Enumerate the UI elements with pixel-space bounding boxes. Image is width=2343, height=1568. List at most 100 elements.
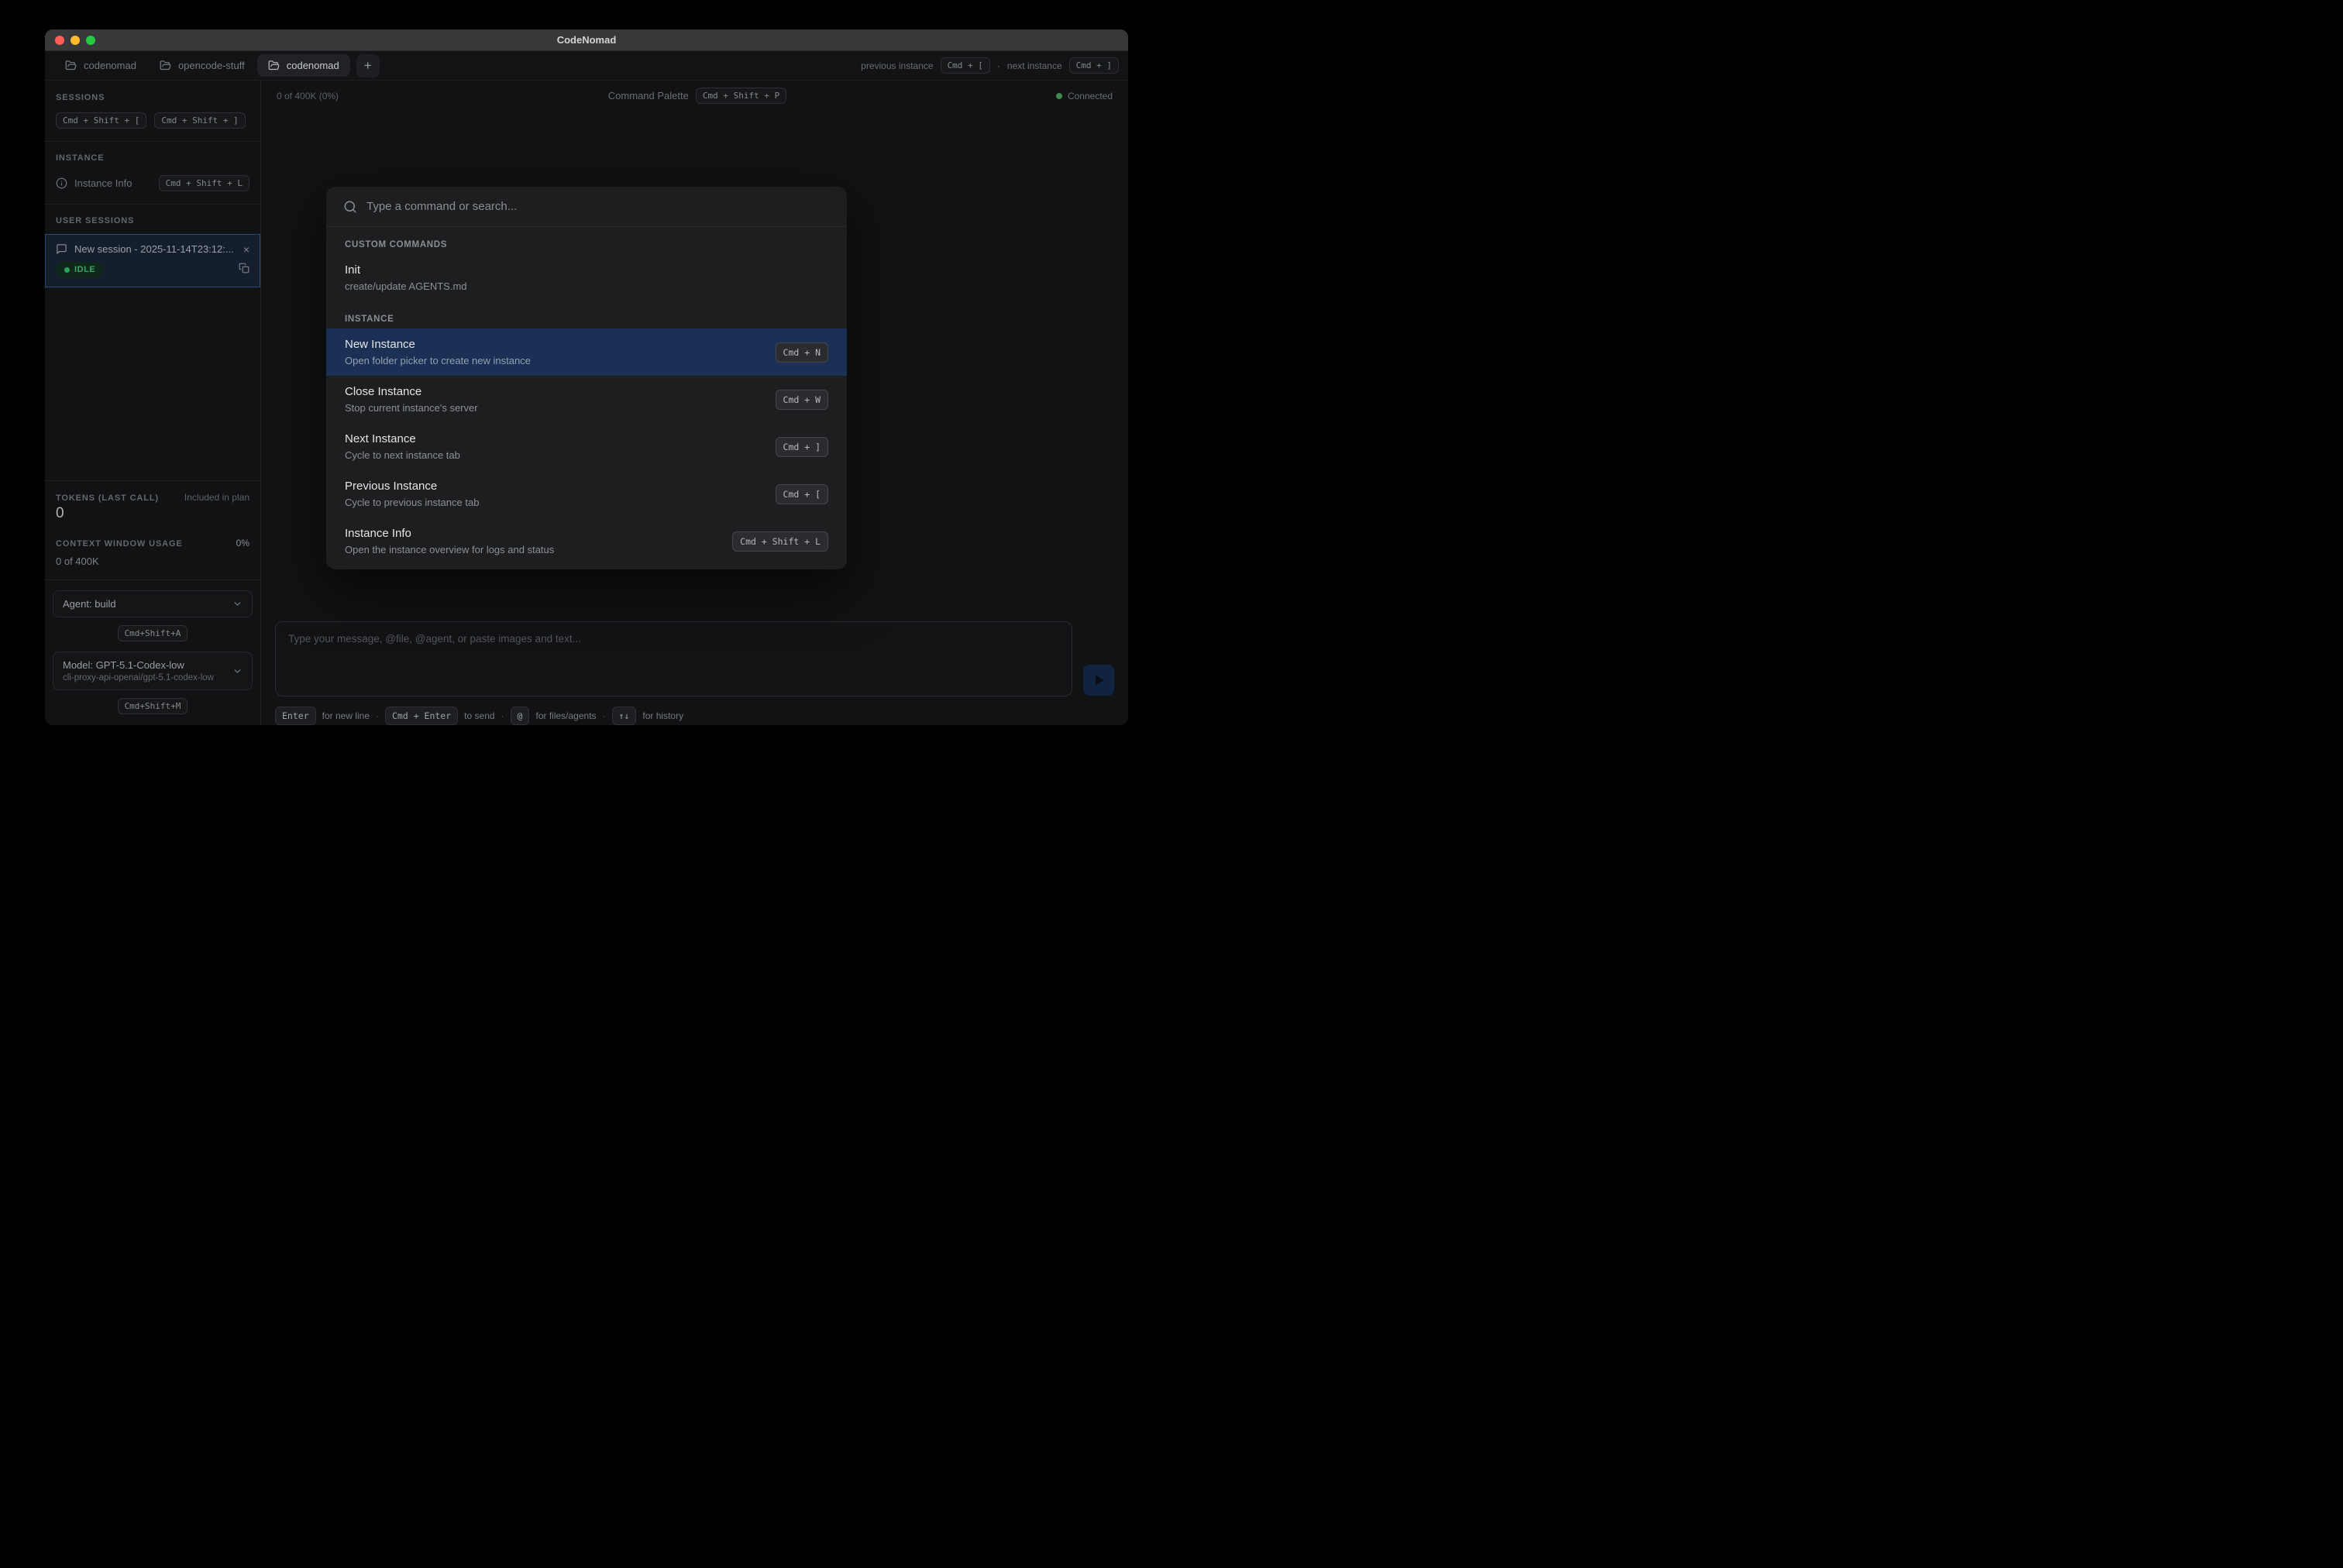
hint-separator: · (501, 710, 504, 721)
enter-kbd: Enter (275, 707, 316, 725)
palette-item-title: Close Instance (345, 385, 763, 398)
folder-icon (268, 60, 280, 71)
tab-label: codenomad (287, 60, 339, 71)
tokens-header: TOKENS (LAST CALL) (56, 493, 159, 503)
instance-tab-codenomad-1[interactable]: codenomad (54, 54, 147, 77)
palette-item-kbd: Cmd + ] (776, 437, 828, 457)
search-icon (343, 200, 357, 214)
session-title: New session - 2025-11-14T23:12:... (74, 243, 236, 255)
instance-tab-codenomad-2-active[interactable]: codenomad (257, 54, 350, 77)
next-instance-kbd: Cmd + ] (1069, 57, 1119, 74)
connection-status-label: Connected (1068, 91, 1113, 101)
palette-item-init[interactable]: Init create/update AGENTS.md (326, 254, 847, 301)
palette-item-instance-info[interactable]: Instance Info Open the instance overview… (326, 518, 847, 565)
palette-item-new-instance[interactable]: New Instance Open folder picker to creat… (326, 328, 847, 376)
previous-instance-hint: previous instance (861, 60, 933, 71)
palette-item-next-instance[interactable]: Next Instance Cycle to next instance tab… (326, 423, 847, 470)
instance-header: INSTANCE (45, 153, 260, 163)
model-select[interactable]: Model: GPT-5.1-Codex-low cli-proxy-api-o… (53, 652, 253, 690)
command-search-input[interactable] (366, 200, 830, 213)
hint-text: for files/agents (535, 710, 596, 721)
sidebar-divider (45, 579, 260, 580)
model-select-kbd: Cmd+Shift+M (118, 698, 188, 714)
agent-select-kbd: Cmd+Shift+A (118, 625, 188, 641)
hint-text: for history (642, 710, 683, 721)
sidebar: SESSIONS Cmd + Shift + [ Cmd + Shift + ]… (45, 81, 261, 725)
palette-item-previous-instance[interactable]: Previous Instance Cycle to previous inst… (326, 470, 847, 518)
tab-shortcut-hints: previous instance Cmd + [ · next instanc… (861, 57, 1119, 74)
palette-item-kbd: Cmd + W (776, 390, 828, 410)
folder-icon (65, 60, 77, 71)
sessions-shortcuts: Cmd + Shift + [ Cmd + Shift + ] (45, 112, 260, 129)
composer (261, 621, 1128, 696)
hint-text: to send (464, 710, 494, 721)
chevron-down-icon (232, 599, 243, 609)
tab-label: codenomad (84, 60, 136, 71)
send-button[interactable] (1083, 665, 1114, 696)
hint-text: for new line (322, 710, 370, 721)
tokens-note: Included in plan (184, 492, 249, 503)
hint-separator: · (997, 60, 1000, 71)
palette-item-subtitle: Open folder picker to create new instanc… (345, 355, 763, 366)
palette-item-subtitle: Stop current instance's server (345, 402, 763, 414)
hint-separator: · (603, 710, 606, 721)
info-icon (56, 177, 67, 189)
palette-item-close-instance[interactable]: Close Instance Stop current instance's s… (326, 376, 847, 423)
hint-separator: · (376, 710, 379, 721)
app-window: CodeNomad codenomad opencode-stuff coden… (45, 29, 1128, 725)
sessions-header: SESSIONS (45, 93, 260, 102)
connected-dot-icon (1056, 93, 1062, 99)
copy-session-button[interactable] (239, 263, 249, 277)
traffic-lights (55, 29, 95, 50)
palette-item-subtitle: create/update AGENTS.md (345, 280, 828, 292)
connection-status: Connected (1056, 91, 1113, 101)
palette-item-title: Instance Info (345, 527, 720, 540)
command-palette-hint: Command Palette Cmd + Shift + P (608, 88, 786, 104)
minimize-window-button[interactable] (71, 36, 80, 45)
user-sessions-header: USER SESSIONS (45, 216, 260, 225)
agent-select[interactable]: Agent: build (53, 590, 253, 617)
instance-tab-bar: codenomad opencode-stuff codenomad + pre… (45, 51, 1128, 81)
session-status-badge: IDLE (56, 262, 104, 277)
model-select-detail: cli-proxy-api-openai/gpt-5.1-codex-low (63, 673, 226, 683)
sidebar-divider (45, 141, 260, 142)
palette-item-kbd: Cmd + Shift + L (732, 531, 828, 552)
tokens-value: 0 (56, 505, 249, 522)
message-input[interactable] (275, 621, 1072, 696)
palette-item-title: Previous Instance (345, 480, 763, 493)
new-instance-tab-button[interactable]: + (356, 54, 380, 77)
session-status-label: IDLE (74, 265, 95, 274)
palette-item-subtitle: Cycle to next instance tab (345, 449, 763, 461)
at-kbd: @ (511, 707, 530, 725)
sessions-prev-kbd: Cmd + Shift + [ (56, 112, 146, 129)
chevron-down-icon (232, 666, 243, 676)
command-palette-search (326, 187, 847, 227)
sessions-next-kbd: Cmd + Shift + ] (154, 112, 245, 129)
palette-item-title: Init (345, 263, 828, 277)
context-usage-percent: 0% (236, 538, 249, 548)
context-usage-detail: 0 of 400K (56, 555, 249, 567)
palette-section-custom-commands: CUSTOM COMMANDS (326, 227, 847, 254)
close-window-button[interactable] (55, 36, 64, 45)
palette-section-instance: INSTANCE (326, 301, 847, 328)
session-item-selected[interactable]: New session - 2025-11-14T23:12:... × IDL… (45, 234, 260, 287)
chat-bubble-icon (56, 243, 67, 255)
palette-item-kbd: Cmd + N (776, 342, 828, 363)
title-bar: CodeNomad (45, 29, 1128, 51)
zoom-window-button[interactable] (86, 36, 95, 45)
tokens-section: TOKENS (LAST CALL) Included in plan 0 CO… (45, 480, 260, 567)
cmd-enter-kbd: Cmd + Enter (385, 707, 458, 725)
model-select-value: Model: GPT-5.1-Codex-low (63, 659, 226, 671)
composer-hints: Enter for new line · Cmd + Enter to send… (261, 696, 1128, 725)
copy-icon (239, 263, 249, 273)
instance-info-row[interactable]: Instance Info Cmd + Shift + L (45, 175, 260, 191)
palette-item-kbd: Cmd + [ (776, 484, 828, 504)
status-bar: 0 of 400K (0%) Command Palette Cmd + Shi… (261, 81, 1128, 104)
play-icon (1096, 675, 1104, 686)
palette-item-subtitle: Open the instance overview for logs and … (345, 544, 720, 555)
sidebar-divider (45, 204, 260, 205)
instance-tab-opencode-stuff[interactable]: opencode-stuff (149, 54, 256, 77)
palette-item-title: New Instance (345, 338, 763, 351)
folder-icon (160, 60, 171, 71)
close-session-icon[interactable]: × (243, 244, 249, 255)
